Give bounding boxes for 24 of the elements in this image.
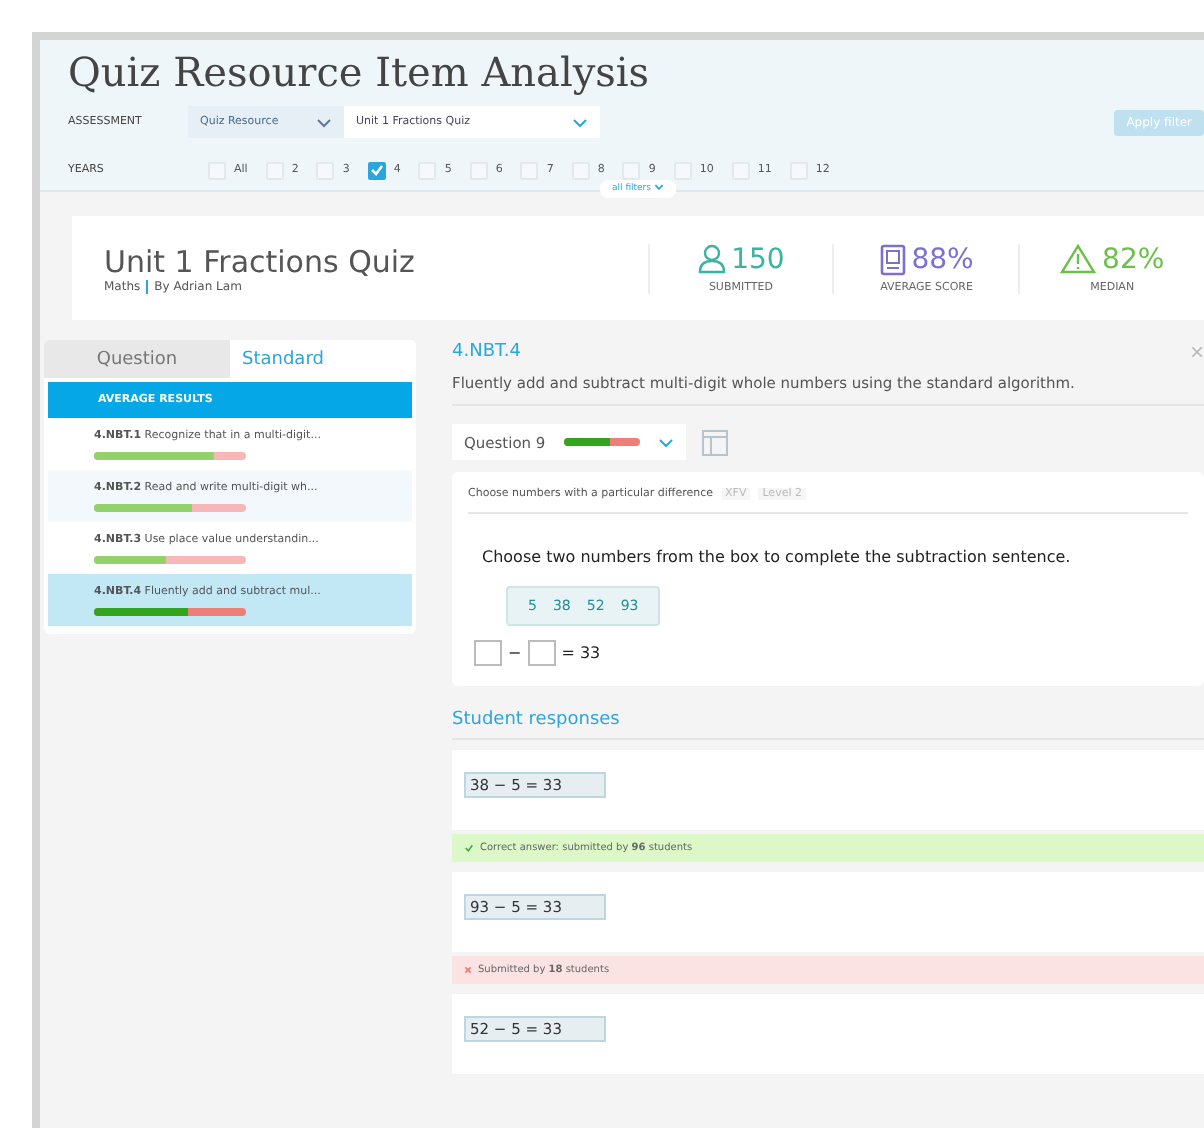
stat-value: 82%: [1102, 243, 1165, 275]
chevron-icon: [657, 437, 674, 447]
document-icon: [879, 243, 906, 275]
page-title: Quiz Resource Item Analysis: [68, 48, 652, 96]
person-icon: [697, 244, 726, 274]
equation-result: = 33: [561, 644, 601, 662]
minus-sign: −: [508, 644, 522, 662]
cross-icon: [464, 966, 472, 974]
checkmark-icon: [464, 844, 474, 852]
chevron-icon: [572, 117, 588, 127]
stat-value: 150: [731, 243, 785, 275]
checkmark-icon: [369, 164, 384, 176]
panel-tab[interactable]: Question: [44, 340, 230, 378]
answer-box[interactable]: [474, 640, 502, 666]
quiz-title: Unit 1 Fractions Quiz: [104, 243, 417, 279]
question-prompt: Choose two numbers from the box to complete the subtraction sentence.: [482, 548, 1073, 566]
answer-box[interactable]: [527, 640, 556, 666]
chevron-icon: [316, 117, 332, 127]
table-icon[interactable]: [701, 429, 728, 455]
responses-title: Student responses: [452, 710, 1204, 740]
standard-code: 4.NBT.4: [452, 342, 522, 362]
stat-value: 88%: [911, 243, 974, 275]
chevron-icon: [653, 184, 664, 190]
warning-icon: [1060, 244, 1097, 274]
